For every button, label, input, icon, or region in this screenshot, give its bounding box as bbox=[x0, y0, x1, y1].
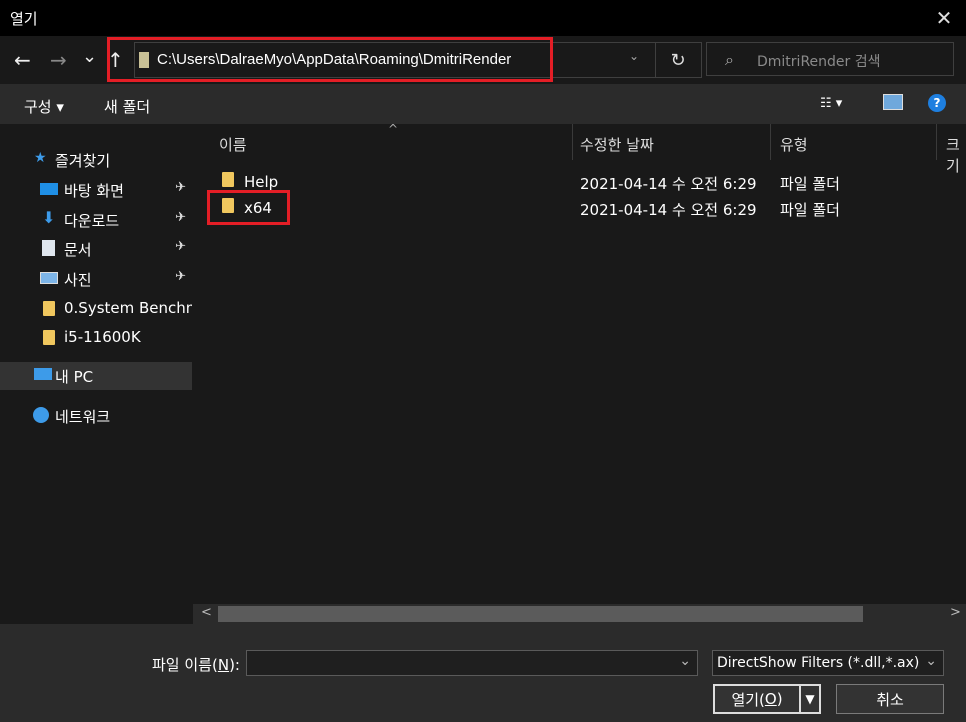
sidebar-item-network[interactable]: 네트워크 bbox=[0, 401, 192, 431]
file-list: ^ 이름 수정한 날짜 유형 크기 Help 2021-04-14 수 오전 6… bbox=[193, 122, 966, 608]
cancel-button[interactable]: 취소 bbox=[836, 684, 944, 714]
sidebar-item-desktop[interactable]: 바탕 화면 ✈ bbox=[0, 175, 192, 205]
organize-button[interactable]: 구성 ▾ bbox=[24, 96, 64, 117]
folder-icon bbox=[222, 172, 234, 187]
column-divider[interactable] bbox=[572, 124, 573, 160]
sidebar-item-label: 0.System Benchmar bbox=[64, 299, 192, 317]
sidebar-item-downloads[interactable]: ⬇ 다운로드 ✈ bbox=[0, 205, 192, 235]
sidebar-item-label: 사진 bbox=[64, 271, 92, 289]
pin-icon[interactable]: ✈ bbox=[175, 239, 186, 254]
command-toolbar: 구성 ▾ 새 폴더 ☷ ▾ ? bbox=[0, 84, 966, 124]
new-folder-button[interactable]: 새 폴더 bbox=[104, 96, 150, 117]
column-header-date[interactable]: 수정한 날짜 bbox=[580, 134, 654, 155]
sidebar-item-system-benchmark[interactable]: 0.System Benchmar bbox=[0, 294, 192, 324]
sidebar-item-pictures[interactable]: 사진 ✈ bbox=[0, 264, 192, 294]
picture-icon bbox=[40, 272, 58, 284]
file-date: 2021-04-14 수 오전 6:29 bbox=[580, 175, 757, 193]
open-label-post: ) bbox=[776, 690, 783, 708]
sidebar-item-label: i5-11600K bbox=[64, 328, 141, 346]
view-options-icon[interactable]: ☷ ▾ bbox=[820, 96, 842, 111]
sidebar-item-label: 다운로드 bbox=[64, 212, 120, 230]
open-label-key: O bbox=[764, 690, 777, 708]
sidebar-item-label: 바탕 화면 bbox=[64, 182, 124, 200]
window-title: 열기 bbox=[10, 10, 38, 28]
filename-label-key: N bbox=[217, 656, 230, 674]
scroll-right-icon[interactable]: > bbox=[950, 605, 961, 620]
file-type: 파일 폴더 bbox=[780, 175, 840, 193]
back-icon[interactable]: ← bbox=[14, 48, 31, 72]
pin-icon[interactable]: ✈ bbox=[175, 269, 186, 284]
file-type: 파일 폴더 bbox=[780, 201, 840, 219]
chevron-down-icon[interactable]: ⌄ bbox=[925, 653, 937, 669]
filter-value: DirectShow Filters (*.dll,*.ax) bbox=[717, 655, 920, 671]
filename-label-post: ): bbox=[229, 656, 240, 674]
table-row[interactable]: x64 2021-04-14 수 오전 6:29 파일 폴더 bbox=[193, 194, 966, 220]
file-date: 2021-04-14 수 오전 6:29 bbox=[580, 201, 757, 219]
open-button[interactable]: 열기(O) bbox=[713, 684, 801, 714]
network-icon bbox=[33, 407, 49, 423]
sidebar-item-label: 네트워크 bbox=[55, 408, 111, 426]
table-row[interactable]: Help 2021-04-14 수 오전 6:29 파일 폴더 bbox=[193, 168, 966, 194]
folder-icon bbox=[43, 330, 55, 345]
folder-icon bbox=[43, 301, 55, 316]
sidebar-item-label: 즐겨찾기 bbox=[55, 152, 111, 170]
search-icon: ⌕ bbox=[725, 50, 734, 69]
sidebar-item-label: 문서 bbox=[64, 241, 92, 259]
search-box[interactable]: ⌕ DmitriRender 검색 bbox=[706, 42, 954, 76]
sidebar-item-quick-access[interactable]: ★ 즐겨찾기 bbox=[0, 145, 192, 175]
column-header-type[interactable]: 유형 bbox=[780, 134, 808, 155]
filename-field[interactable]: ⌄ bbox=[246, 650, 698, 676]
dialog-footer: 파일 이름(N): ⌄ DirectShow Filters (*.dll,*.… bbox=[0, 624, 966, 722]
forward-icon[interactable]: → bbox=[50, 48, 67, 72]
file-type-filter[interactable]: DirectShow Filters (*.dll,*.ax) ⌄ bbox=[712, 650, 944, 676]
navigation-pane: ★ 즐겨찾기 바탕 화면 ✈ ⬇ 다운로드 ✈ 문서 ✈ 사진 ✈ 0.Syst… bbox=[0, 124, 192, 624]
chevron-down-icon[interactable]: ⌄ bbox=[679, 653, 691, 669]
sidebar-item-documents[interactable]: 문서 ✈ bbox=[0, 234, 192, 264]
help-icon[interactable]: ? bbox=[928, 94, 946, 112]
preview-pane-icon[interactable] bbox=[883, 94, 903, 110]
filename-label: 파일 이름(N): bbox=[152, 654, 240, 675]
pc-icon bbox=[34, 368, 52, 380]
sort-ascending-icon[interactable]: ^ bbox=[388, 122, 398, 136]
column-divider[interactable] bbox=[936, 124, 937, 160]
download-icon: ⬇ bbox=[42, 208, 56, 227]
desktop-icon bbox=[40, 183, 58, 195]
file-name[interactable]: Help bbox=[244, 173, 278, 191]
close-icon[interactable]: ✕ bbox=[930, 4, 958, 32]
pin-icon[interactable]: ✈ bbox=[175, 180, 186, 195]
column-divider[interactable] bbox=[770, 124, 771, 160]
sidebar-item-this-pc[interactable]: 내 PC bbox=[0, 362, 192, 390]
horizontal-scrollbar[interactable]: < > bbox=[193, 604, 966, 624]
star-icon: ★ bbox=[34, 150, 47, 166]
scrollbar-thumb[interactable] bbox=[218, 606, 863, 622]
open-label-pre: 열기( bbox=[731, 690, 765, 709]
title-bar: 열기 ✕ bbox=[0, 0, 966, 36]
filename-label-pre: 파일 이름( bbox=[152, 656, 218, 674]
sidebar-item-label: 내 PC bbox=[55, 368, 94, 386]
x64-highlight-box bbox=[207, 190, 290, 225]
search-input[interactable]: DmitriRender 검색 bbox=[757, 51, 881, 71]
refresh-icon[interactable]: ↻ bbox=[655, 43, 700, 77]
column-header-name[interactable]: 이름 bbox=[219, 134, 247, 155]
chevron-down-icon[interactable]: ⌄ bbox=[629, 49, 639, 63]
address-highlight-box bbox=[107, 37, 553, 82]
document-icon bbox=[42, 240, 55, 256]
recent-locations-icon[interactable]: ⌄ bbox=[82, 46, 97, 67]
pin-icon[interactable]: ✈ bbox=[175, 210, 186, 225]
scroll-left-icon[interactable]: < bbox=[201, 605, 212, 620]
sidebar-item-i5-11600k[interactable]: i5-11600K bbox=[0, 323, 192, 353]
open-options-dropdown[interactable]: ▼ bbox=[801, 684, 821, 714]
